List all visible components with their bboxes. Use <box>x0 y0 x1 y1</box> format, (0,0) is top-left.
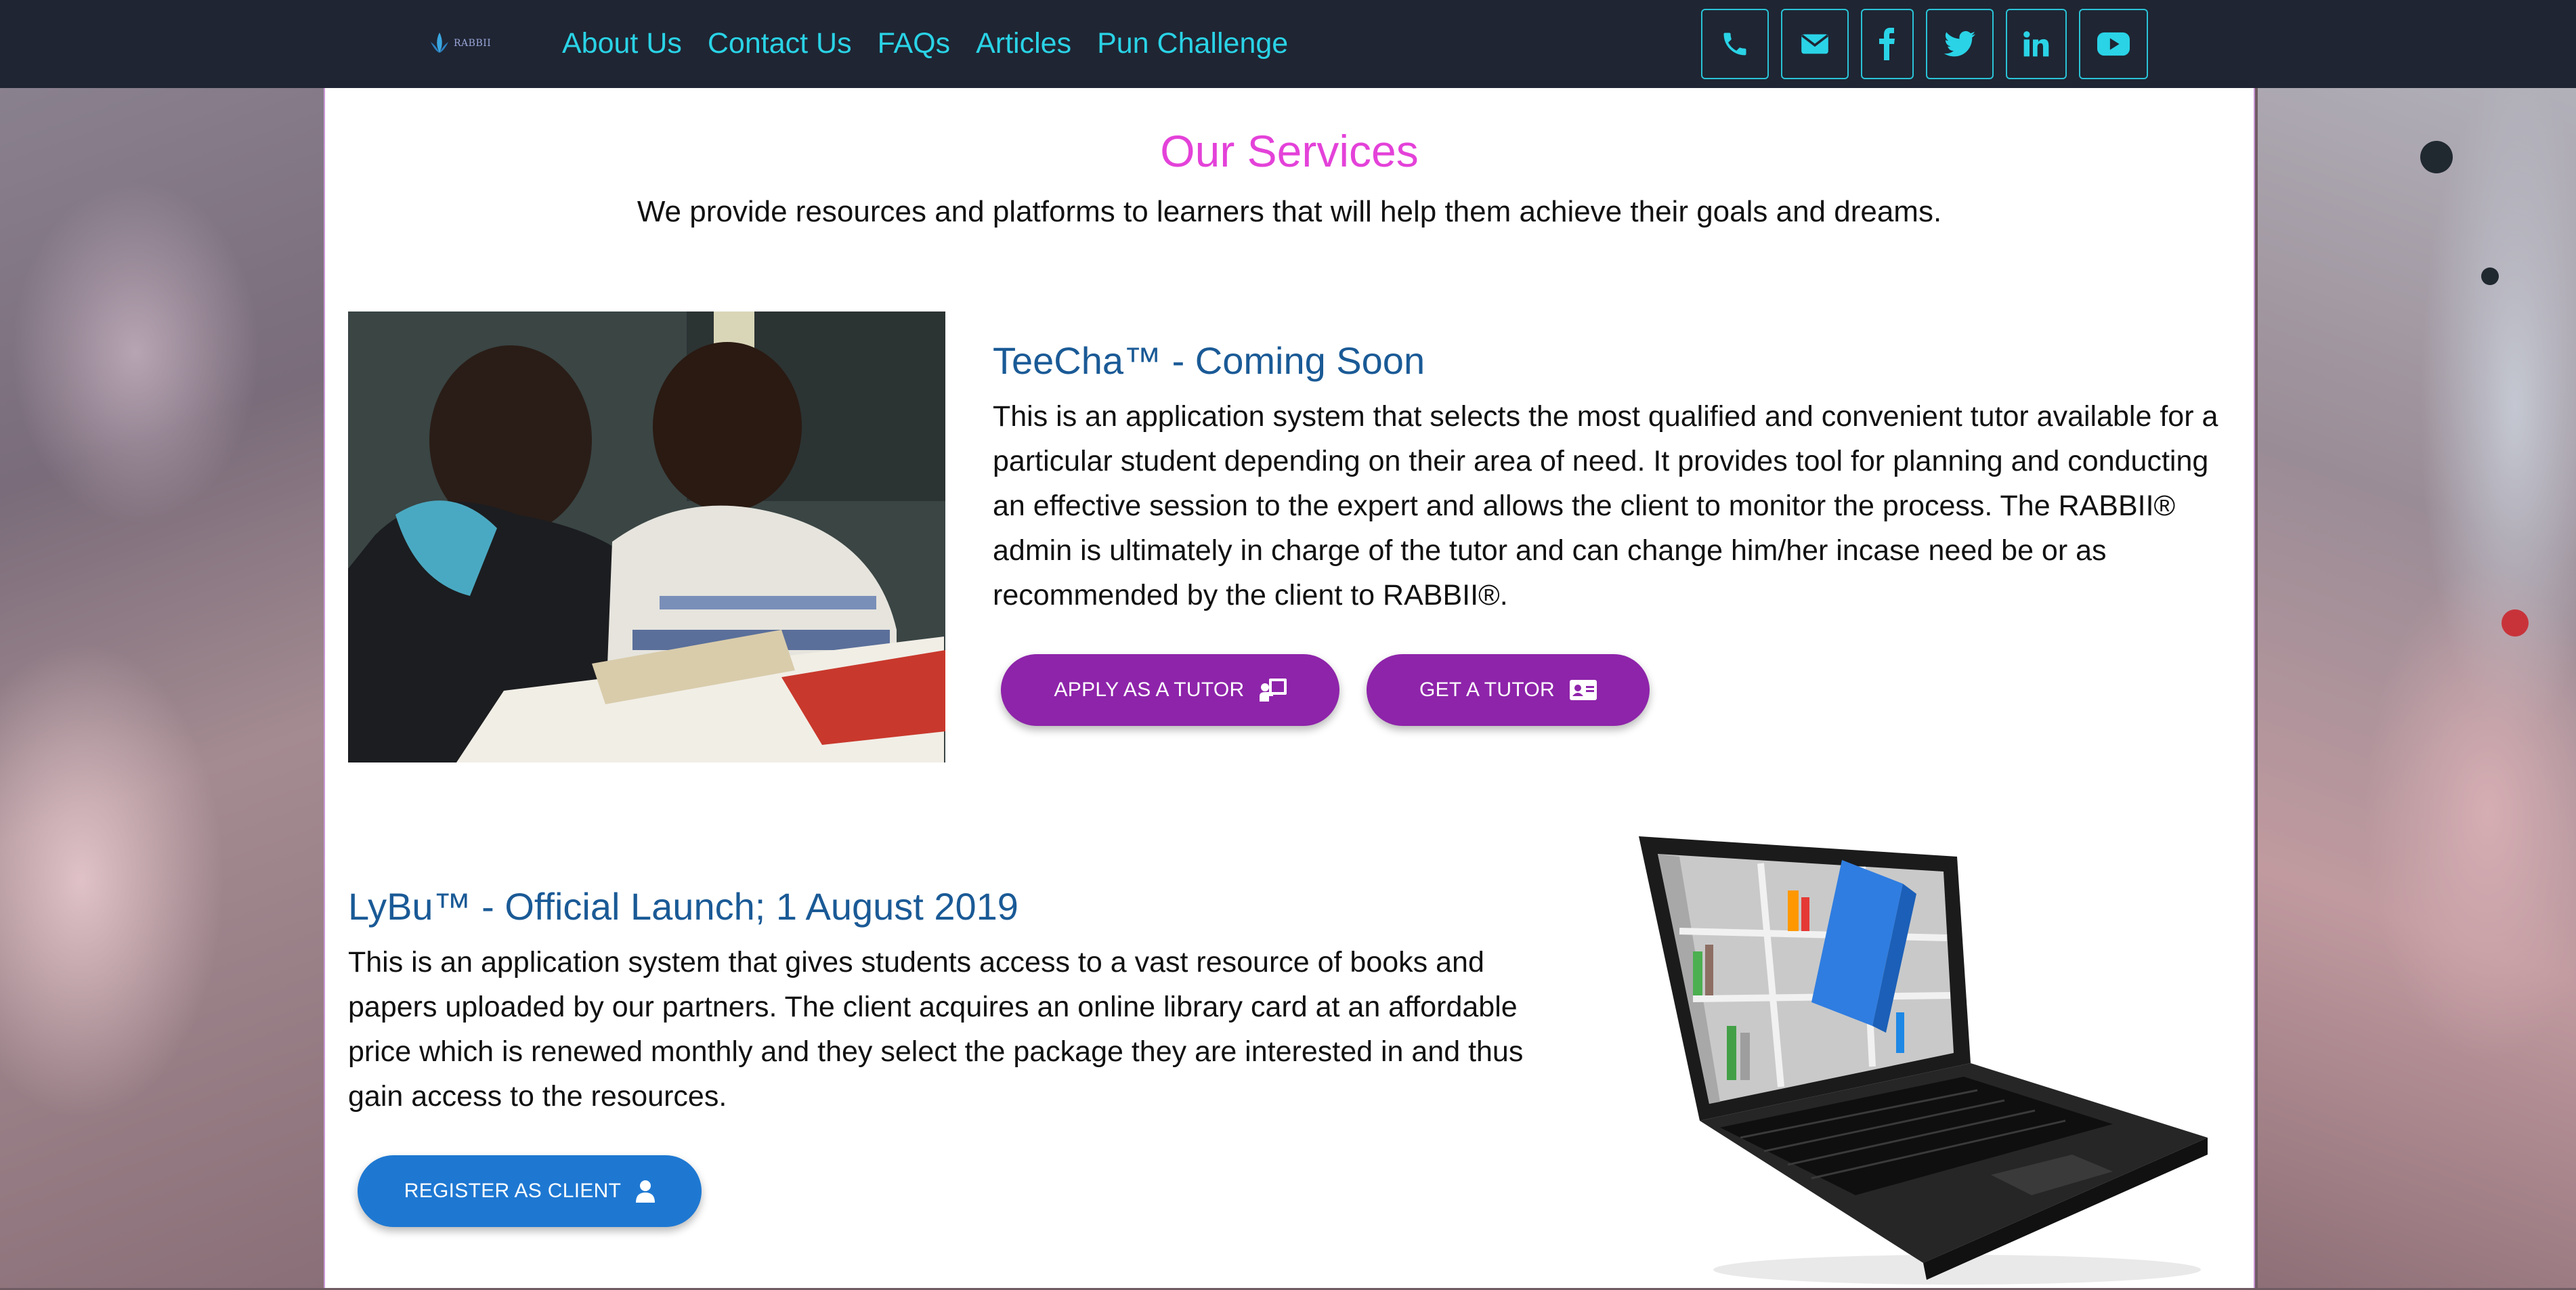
page-subtitle: We provide resources and platforms to le… <box>637 195 1942 228</box>
teecha-description: This is an application system that selec… <box>993 400 2218 611</box>
nav-faqs[interactable]: FAQs <box>878 24 951 62</box>
nav-articles[interactable]: Articles <box>976 24 1071 62</box>
register-as-client-label: REGISTER AS CLIENT <box>404 1180 622 1202</box>
laptop-library-illustration <box>1639 836 2208 1285</box>
get-a-tutor-button[interactable]: GET A TUTOR <box>1367 654 1650 726</box>
logo-text: RABBII <box>454 38 492 49</box>
logo[interactable]: RABBII <box>428 24 493 62</box>
apply-as-tutor-label: APPLY AS A TUTOR <box>1054 679 1245 701</box>
page-title: Our Services <box>1160 126 1419 176</box>
nav-about-us[interactable]: About Us <box>562 24 682 62</box>
nav-pun-challenge[interactable]: Pun Challenge <box>1097 24 1288 62</box>
heart-shape <box>2502 609 2529 637</box>
youtube-icon <box>2097 32 2130 56</box>
apply-as-tutor-button[interactable]: APPLY AS A TUTOR <box>1001 654 1339 726</box>
twitter-button[interactable] <box>1926 9 1994 79</box>
background-right-photo <box>2258 0 2576 1288</box>
students-studying-photo <box>348 311 945 762</box>
main-nav: About Us Contact Us FAQs Articles Pun Ch… <box>562 24 1288 62</box>
facebook-icon <box>1879 28 1895 60</box>
logo-lotus-icon <box>431 33 448 53</box>
lybu-title: LyBu™ - Official Launch; 1 August 2019 <box>348 885 1018 928</box>
linkedin-icon <box>2023 31 2049 57</box>
get-a-tutor-label: GET A TUTOR <box>1419 679 1555 701</box>
phone-button[interactable] <box>1701 9 1769 79</box>
background-left-photo <box>0 0 325 1288</box>
shirt-button <box>2481 267 2499 285</box>
email-button[interactable] <box>1781 9 1849 79</box>
register-as-client-button[interactable]: REGISTER AS CLIENT <box>358 1155 702 1227</box>
teecha-title: TeeCha™ - Coming Soon <box>993 339 1425 382</box>
social-links <box>1701 9 2148 79</box>
lybu-description: This is an application system that gives… <box>348 946 1524 1113</box>
id-card-icon <box>1570 680 1597 700</box>
facebook-button[interactable] <box>1861 9 1914 79</box>
envelope-icon <box>1801 34 1828 54</box>
user-icon <box>636 1180 656 1203</box>
twitter-icon <box>1944 30 1975 57</box>
linkedin-button[interactable] <box>2006 9 2067 79</box>
phone-icon <box>1723 33 1746 56</box>
nav-contact-us[interactable]: Contact Us <box>708 24 852 62</box>
services-panel: Our Services We provide resources and pl… <box>324 88 2255 1288</box>
top-navbar: RABBII About Us Contact Us FAQs Articles… <box>0 0 2576 88</box>
chalkboard-teacher-icon <box>1259 679 1287 702</box>
shirt-button <box>2420 141 2453 173</box>
youtube-button[interactable] <box>2079 9 2148 79</box>
